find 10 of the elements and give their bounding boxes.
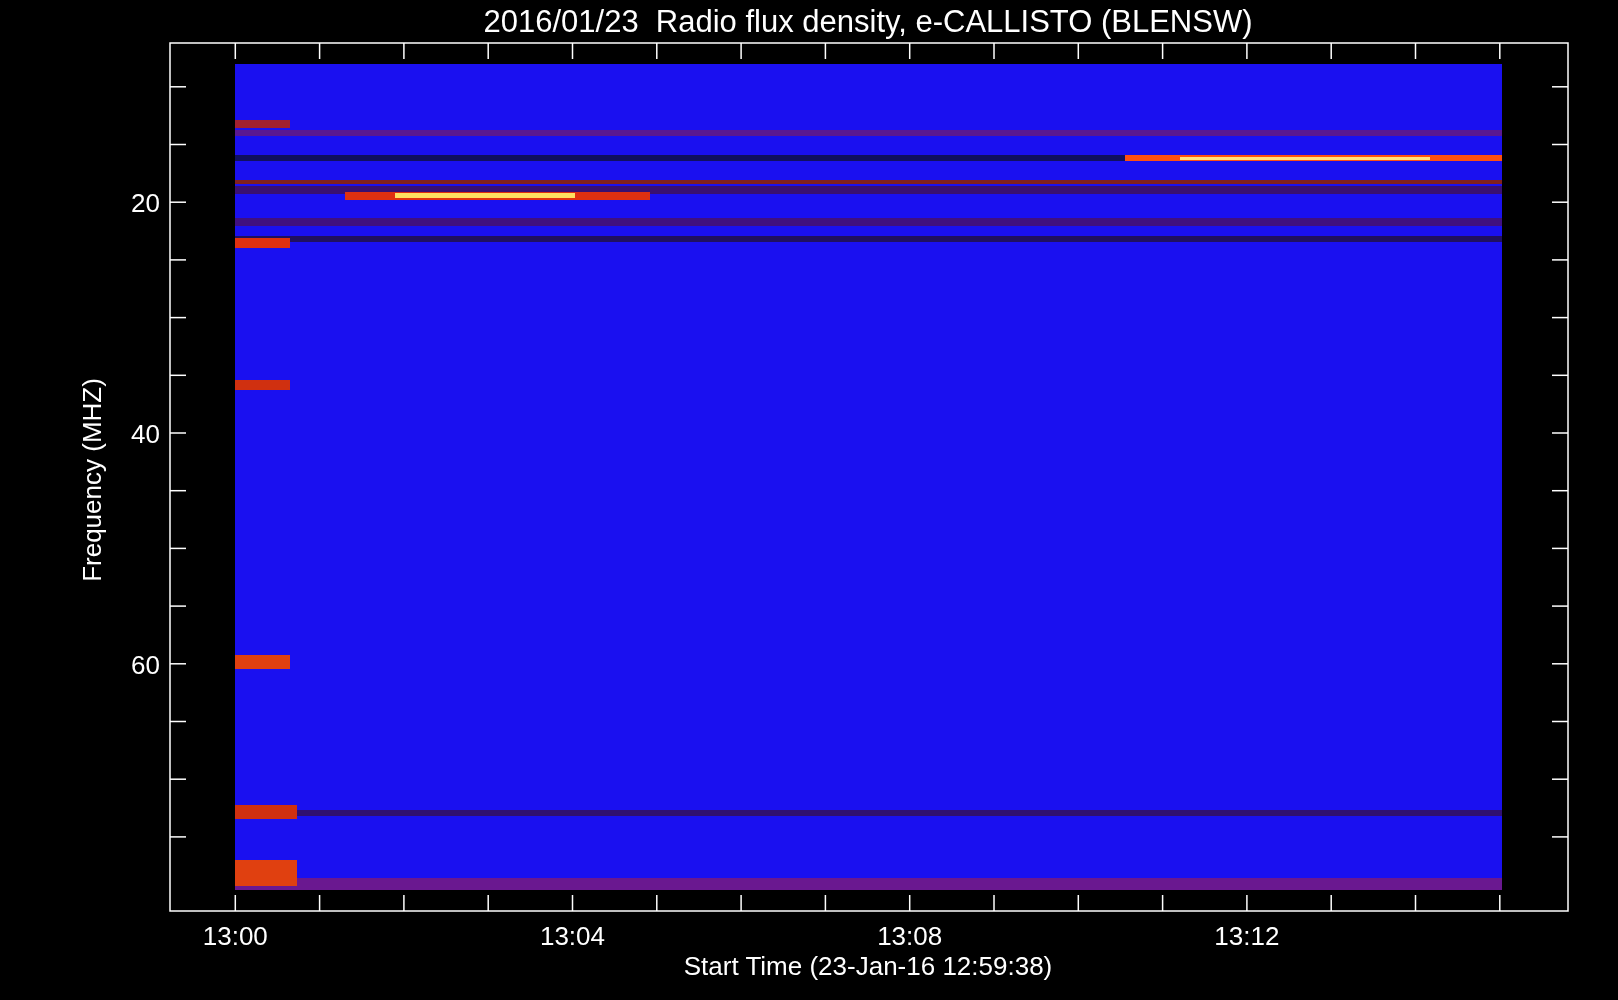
x-axis-label: Start Time (23-Jan-16 12:59:38) (683, 951, 1053, 981)
y-tick-label: 40 (131, 419, 160, 449)
x-tick-label: 13:12 (1214, 921, 1280, 951)
y-axis-label: Frequency (MHZ) (77, 378, 107, 582)
x-tick-label: 13:08 (877, 921, 943, 951)
y-tick-label: 20 (131, 188, 160, 219)
chart-title: 2016/01/23 Radio flux density, e-CALLISTO (BLENSW) (483, 4, 1253, 39)
x-tick-label: 13:04 (539, 921, 606, 951)
x-tick-label: 13:00 (202, 921, 268, 951)
y-tick-label: 60 (131, 649, 160, 680)
